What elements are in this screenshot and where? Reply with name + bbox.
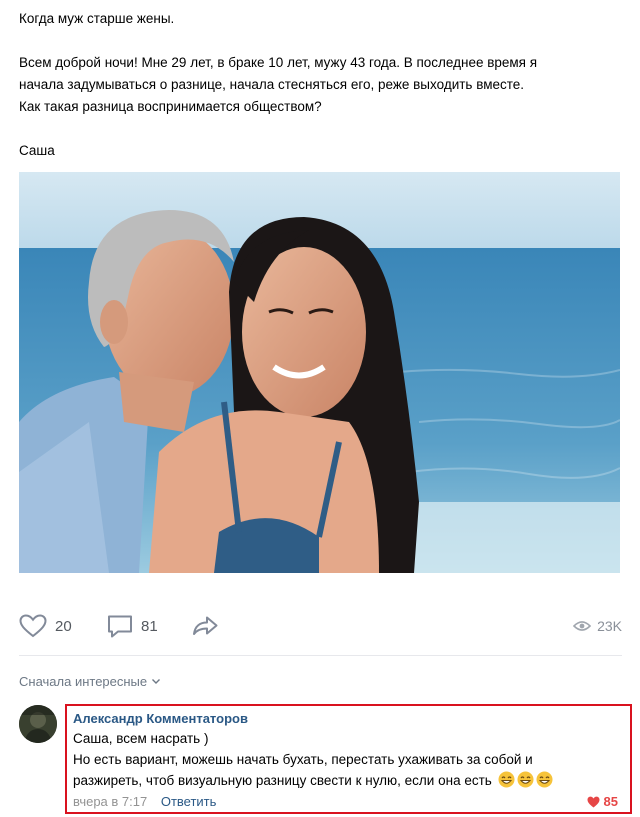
comment-time[interactable]: вчера в 7:17 [73, 794, 147, 809]
post-text: Когда муж старше жены. Всем доброй ночи!… [19, 8, 624, 162]
eye-icon [573, 621, 592, 631]
heart-icon [587, 796, 600, 808]
like-count: 20 [55, 617, 72, 635]
post-paragraph-line-3: Как такая разница воспринимается обществ… [19, 99, 322, 114]
comment-icon [108, 615, 132, 638]
share-button[interactable] [191, 608, 219, 644]
comment-count: 81 [141, 617, 158, 635]
post-paragraph-line-1: Всем доброй ночи! Мне 29 лет, в браке 10… [19, 55, 538, 70]
grinning-emoji-icon [517, 771, 534, 788]
comment-text-line-1: Саша, всем насрать ) [73, 731, 209, 746]
sort-label: Сначала интересные [19, 674, 148, 689]
grinning-emoji-icon [536, 771, 553, 788]
reply-button[interactable]: Ответить [161, 794, 217, 809]
like-button[interactable]: 20 [19, 608, 72, 644]
avatar[interactable] [19, 705, 57, 743]
views-counter: 23K [573, 608, 622, 644]
post-title: Когда муж старше жены. [19, 11, 175, 26]
avatar-image [19, 705, 57, 743]
heart-icon [19, 614, 47, 638]
post-photo[interactable] [19, 172, 620, 573]
comment-like-count: 85 [603, 794, 618, 809]
comment-text-line-2: Но есть вариант, можешь начать бухать, п… [73, 752, 533, 767]
comment-highlight-box: Александр Комментаторов Саша, всем насра… [65, 704, 632, 814]
comment-like-button[interactable]: 85 [587, 792, 618, 812]
post-signature: Саша [19, 143, 55, 158]
comment-text-line-3-text: разжиреть, чтоб визуальную разницу свест… [73, 773, 492, 788]
comment-item: Александр Комментаторов Саша, всем насра… [18, 704, 632, 814]
couple-beach-photo [19, 172, 620, 573]
grinning-emoji-icon [498, 771, 515, 788]
comment-meta: вчера в 7:17 Ответить 85 [73, 792, 624, 812]
post-paragraph-line-2: начала задумываться о разнице, начала ст… [19, 77, 525, 92]
divider [19, 655, 622, 656]
share-icon [193, 616, 218, 635]
comment-button[interactable]: 81 [107, 608, 158, 644]
post-actions: 20 81 23K [19, 608, 622, 644]
comment-text-line-3: разжиреть, чтоб визуальную разницу свест… [73, 770, 624, 791]
chevron-down-icon [152, 679, 161, 684]
comments-sort-dropdown[interactable]: Сначала интересные [19, 674, 161, 689]
views-count: 23K [597, 618, 622, 634]
comment-author[interactable]: Александр Комментаторов [73, 710, 624, 728]
